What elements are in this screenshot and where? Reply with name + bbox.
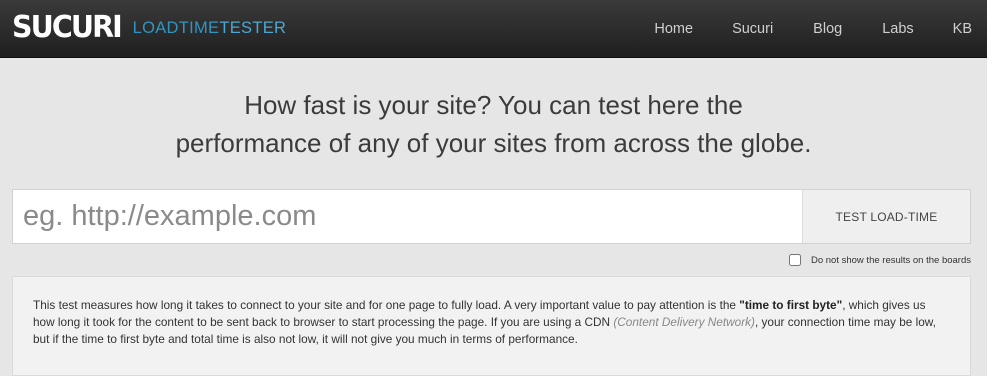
main-nav: Home Sucuri Blog Labs KB	[654, 0, 987, 57]
headline-line-2: performance of any of your sites from ac…	[175, 128, 812, 158]
description-text-1: This test measures how long it takes to …	[33, 298, 740, 312]
url-input[interactable]	[13, 190, 803, 243]
logo[interactable]: SUCURI LOADTIMETESTER	[12, 8, 286, 48]
hide-results-label[interactable]: Do not show the results on the boards	[811, 255, 971, 266]
product-name-part-2: TESTER	[219, 18, 287, 37]
hide-results-checkbox[interactable]	[788, 254, 801, 266]
product-name-part-1: LOADTIME	[132, 18, 220, 37]
nav-link-sucuri[interactable]: Sucuri	[732, 21, 773, 37]
nav-link-home[interactable]: Home	[654, 21, 693, 37]
nav-link-labs[interactable]: Labs	[882, 21, 913, 37]
top-navigation-bar: SUCURI LOADTIMETESTER Home Sucuri Blog L…	[0, 0, 987, 58]
description-emphasis: "time to first byte"	[739, 298, 843, 312]
nav-link-kb[interactable]: KB	[953, 21, 972, 37]
hide-results-option: Do not show the results on the boards	[788, 253, 971, 267]
nav-link-blog[interactable]: Blog	[813, 21, 842, 37]
description-cdn-note: (Content Delivery Network)	[613, 315, 755, 329]
brand-logo-text: SUCURI	[12, 10, 123, 45]
test-description-box: This test measures how long it takes to …	[12, 276, 971, 376]
headline-line-1: How fast is your site? You can test here…	[244, 90, 743, 120]
product-name: LOADTIMETESTER	[133, 20, 287, 37]
page-headline: How fast is your site? You can test here…	[0, 86, 987, 162]
url-test-form: TEST LOAD-TIME	[12, 189, 971, 244]
test-load-time-button[interactable]: TEST LOAD-TIME	[802, 190, 970, 243]
